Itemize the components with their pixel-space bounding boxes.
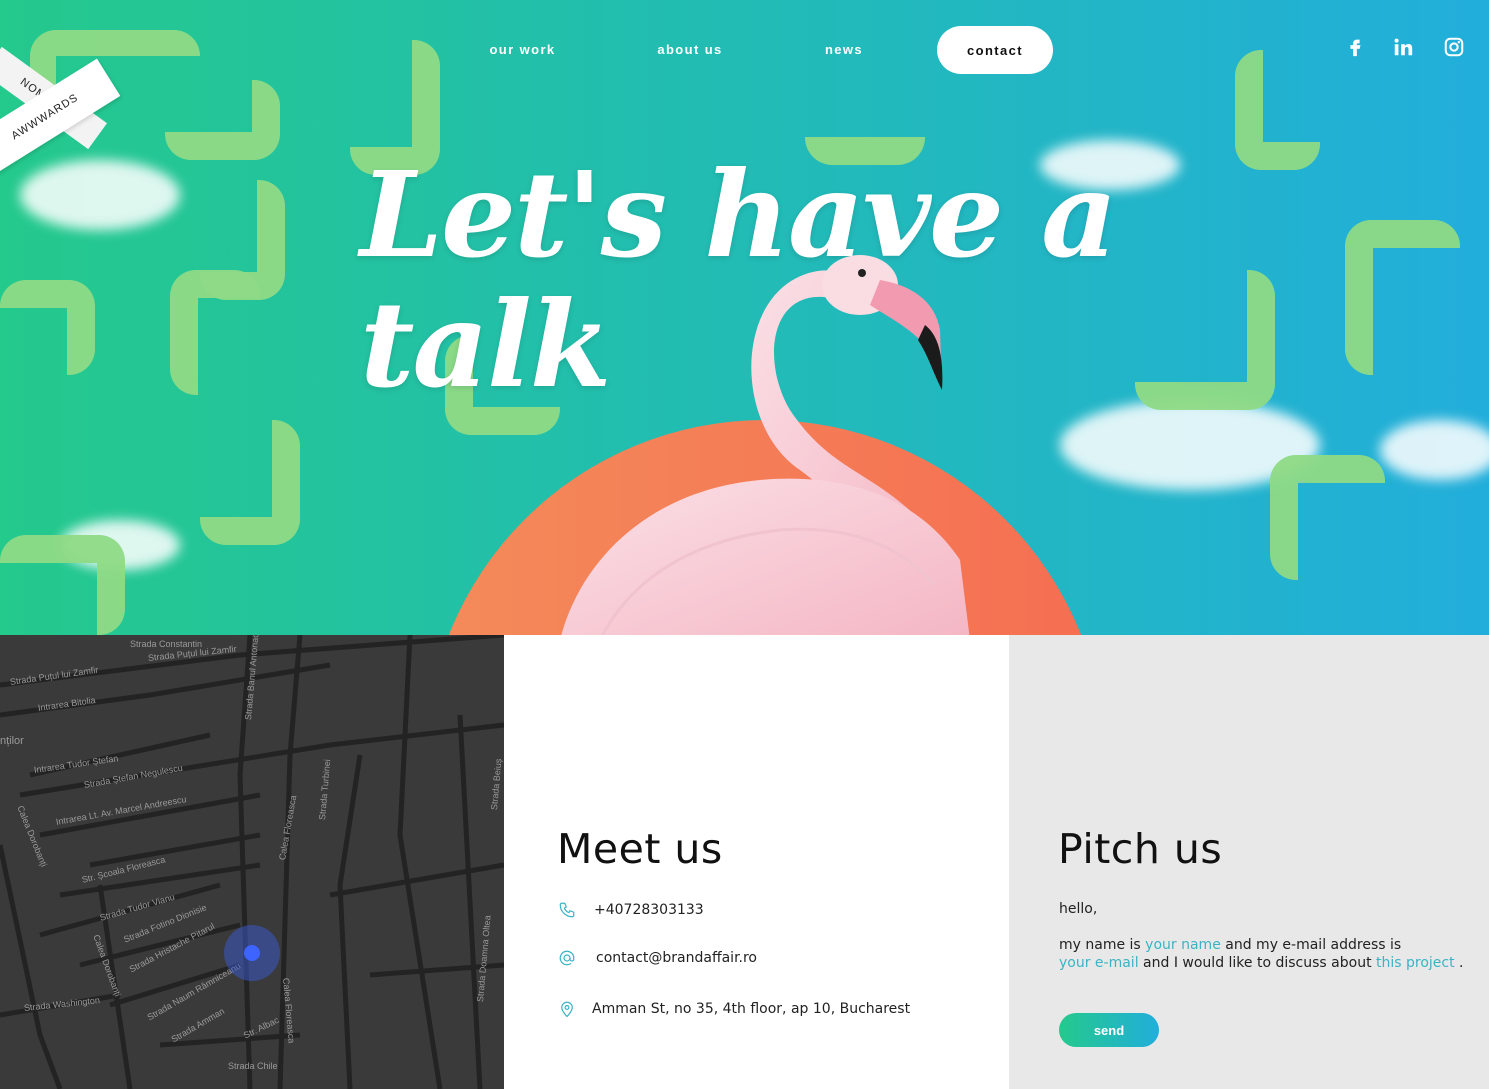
instagram-icon[interactable] [1443, 36, 1465, 58]
map-label: Strada Chile [228, 1061, 278, 1071]
pitch-text: and I would like to discuss about [1138, 955, 1377, 971]
squiggle-shape [1270, 455, 1385, 580]
squiggle-shape [165, 80, 280, 160]
squiggle-shape [1345, 220, 1460, 375]
project-input[interactable]: this project [1376, 955, 1455, 971]
meet-us-title: Meet us [557, 825, 723, 873]
at-sign-icon [559, 950, 575, 966]
pitch-text: and my e-mail address is [1220, 937, 1402, 953]
address-row: Amman St, no 35, 4th floor, ap 10, Bucha… [558, 1000, 910, 1018]
send-button[interactable]: send [1059, 1013, 1159, 1047]
linkedin-icon[interactable] [1392, 36, 1414, 58]
pitch-form-line-2: your e-mail and I would like to discuss … [1059, 954, 1464, 972]
facebook-icon[interactable] [1344, 36, 1366, 58]
nav-news[interactable]: news [818, 42, 870, 57]
squiggle-shape [0, 280, 95, 375]
phone-number[interactable]: +40728303133 [594, 902, 704, 918]
pitch-us-title: Pitch us [1058, 825, 1223, 873]
location-pin-icon [561, 1001, 573, 1018]
pitch-text: . [1454, 955, 1464, 971]
phone-icon [559, 902, 575, 918]
phone-row[interactable]: +40728303133 [558, 901, 704, 919]
meet-us-section: Meet us +40728303133 contact@brandaffair… [504, 635, 1009, 1089]
cloud [20, 160, 180, 230]
map-pin-icon[interactable] [244, 945, 260, 961]
pitch-greeting: hello, [1059, 901, 1098, 917]
email-address[interactable]: contact@brandaffair.ro [596, 950, 757, 966]
pitch-us-section: Pitch us hello, my name is your name and… [1009, 635, 1489, 1089]
flamingo-illustration [561, 255, 970, 635]
squiggle-shape [170, 270, 260, 395]
hero-section: NOMINEE AWWWARDS our work about us news … [0, 0, 1489, 635]
email-input[interactable]: your e-mail [1059, 955, 1139, 971]
pitch-form-line-1: my name is your name and my e-mail addre… [1059, 936, 1401, 954]
location-map[interactable]: Strada Constantin Strada Puțul lui Zamfi… [0, 635, 504, 1089]
nav-contact[interactable]: contact [937, 26, 1053, 74]
nav-our-work[interactable]: our work [480, 42, 565, 57]
pitch-text: my name is [1059, 937, 1146, 953]
squiggle-shape [1235, 50, 1320, 170]
name-input[interactable]: your name [1145, 937, 1221, 953]
street-address: Amman St, no 35, 4th floor, ap 10, Bucha… [592, 1001, 911, 1017]
map-label: nților [0, 735, 24, 747]
email-row[interactable]: contact@brandaffair.ro [558, 949, 757, 967]
nav-about-us[interactable]: about us [650, 42, 730, 57]
squiggle-shape [0, 535, 125, 635]
cloud [1380, 420, 1489, 480]
squiggle-shape [200, 420, 300, 545]
